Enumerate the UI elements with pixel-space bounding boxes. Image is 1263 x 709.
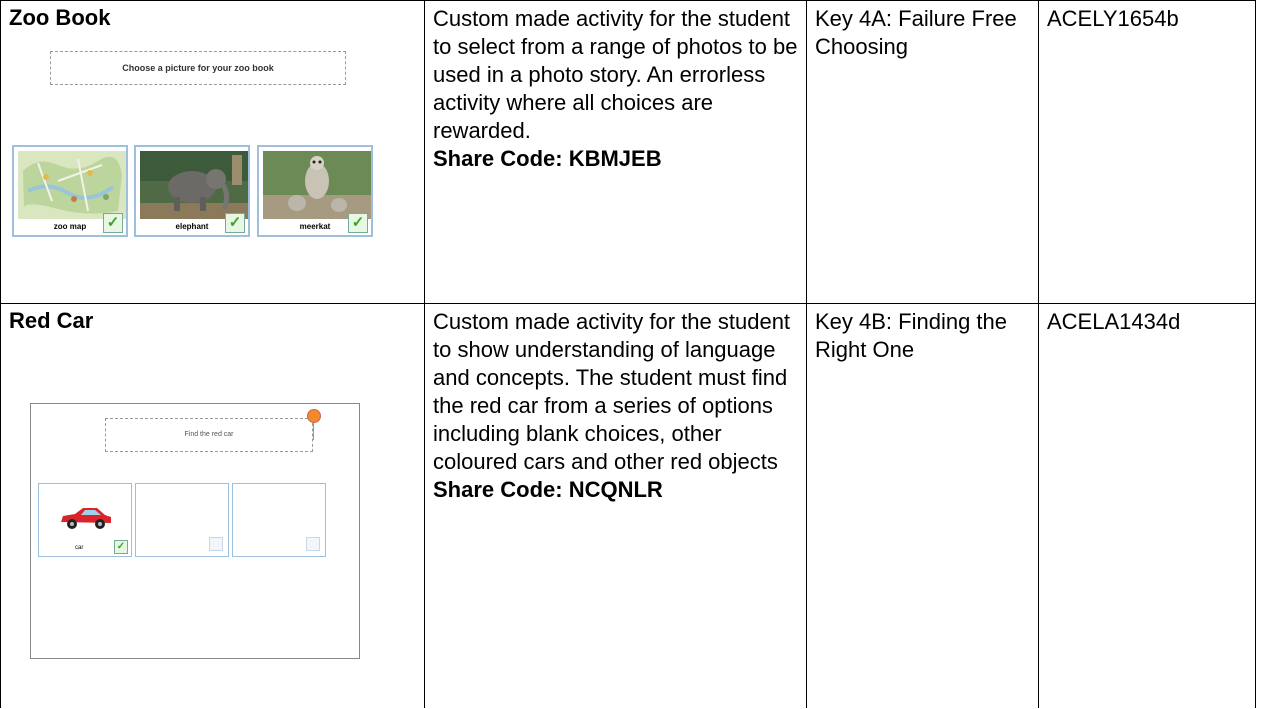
activity-title: Red Car [9, 308, 94, 333]
red-car-icon [61, 508, 111, 529]
key-cell: Key 4B: Finding the Right One [806, 303, 1039, 708]
curriculum-code-cell: ACELY1654b [1038, 0, 1256, 304]
description-cell: Custom made activity for the student to … [424, 0, 807, 304]
zoo-map-image [18, 151, 126, 219]
blank-choice-tile [232, 483, 326, 557]
blank-choice-tile [135, 483, 229, 557]
curriculum-code: ACELA1434d [1047, 309, 1181, 334]
key-label: Key 4A: Failure Free Choosing [815, 6, 1017, 59]
activity-prompt: Choose a picture for your zoo book [50, 51, 346, 85]
activity-cell: Zoo Book Choose a picture for your zoo b… [0, 0, 425, 304]
red-car-thumbnail: Find the red car car ✓ [30, 403, 360, 659]
record-button-icon [307, 409, 321, 423]
share-code: Share Code: NCQNLR [433, 477, 663, 502]
choice-tile: car ✓ [38, 483, 132, 557]
check-icon: ✓ [103, 213, 123, 233]
table-row: Zoo Book Choose a picture for your zoo b… [0, 0, 1256, 304]
share-code: Share Code: KBMJEB [433, 146, 662, 171]
curriculum-code: ACELY1654b [1047, 6, 1179, 31]
tile-label: car [75, 545, 84, 551]
activity-description: Custom made activity for the student to … [433, 6, 798, 143]
empty-checkbox-icon [306, 537, 320, 551]
empty-checkbox-icon [209, 537, 223, 551]
check-icon: ✓ [348, 213, 368, 233]
pin-stem [313, 420, 314, 440]
check-icon: ✓ [225, 213, 245, 233]
activity-prompt: Find the red car [105, 418, 313, 452]
choice-tile: meerkat ✓ [257, 145, 373, 237]
zoo-book-thumbnail: Choose a picture for your zoo book zoo m… [9, 41, 409, 261]
key-cell: Key 4A: Failure Free Choosing [806, 0, 1039, 304]
choice-tile: zoo map ✓ [12, 145, 128, 237]
check-icon: ✓ [114, 540, 128, 554]
key-label: Key 4B: Finding the Right One [815, 309, 1008, 362]
elephant-image [140, 151, 248, 219]
meerkat-image [263, 151, 371, 219]
description-cell: Custom made activity for the student to … [424, 303, 807, 708]
activity-title: Zoo Book [9, 5, 111, 30]
activity-description: Custom made activity for the student to … [433, 309, 791, 474]
curriculum-code-cell: ACELA1434d [1038, 303, 1256, 708]
choice-tile: elephant ✓ [134, 145, 250, 237]
